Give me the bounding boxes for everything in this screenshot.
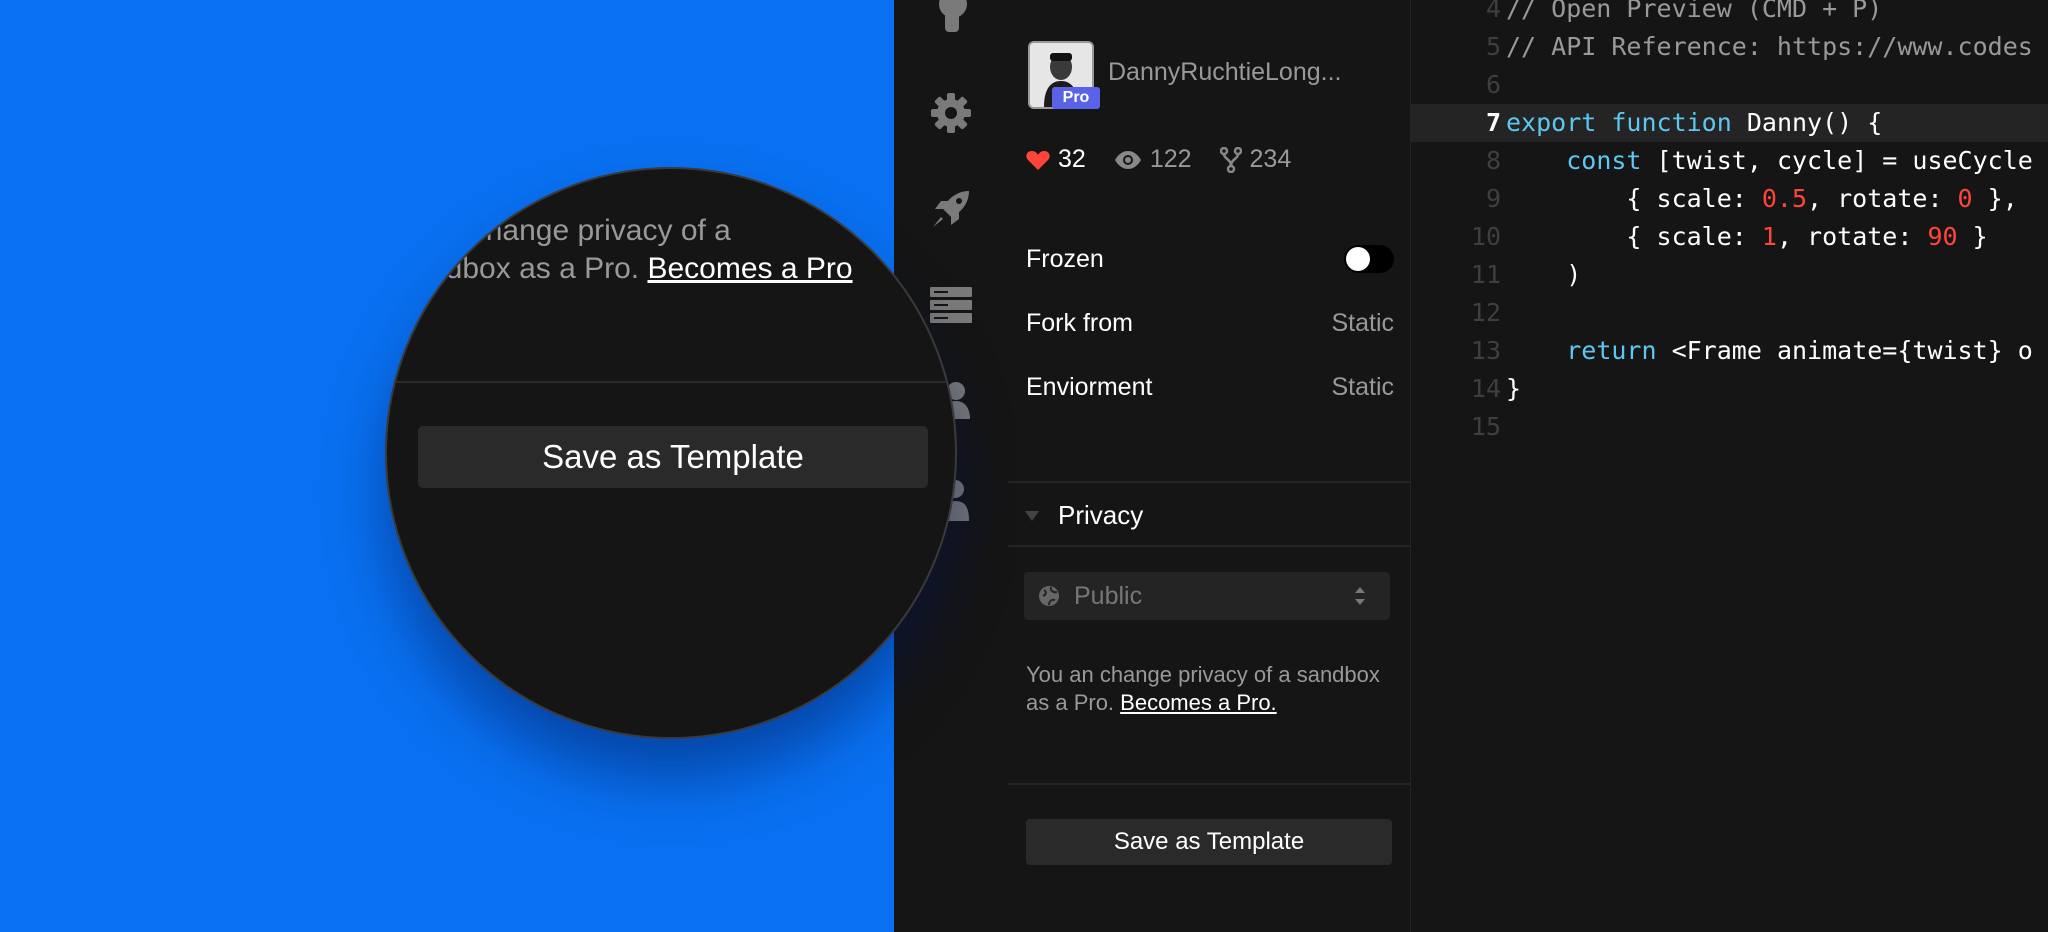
forks-stat: 234 [1219,145,1292,174]
magnified-save-as-template-button: Save as Template [418,426,928,488]
line-number: 13 [1470,336,1501,365]
code-line[interactable]: 10 { scale: 1, rotate: 90 } [1411,218,2048,256]
code-text: ) [1506,260,1582,289]
likes-count: 32 [1058,145,1086,173]
line-number: 10 [1470,222,1501,251]
username[interactable]: DannyRuchtieLong... [1108,58,1341,87]
caret-down-icon [1025,510,1039,521]
code-line[interactable]: 12 [1411,294,2048,332]
line-number: 7 [1485,108,1501,137]
heart-icon [1026,150,1050,170]
code-line[interactable]: 6 [1411,66,2048,104]
views-stat: 122 [1114,145,1192,174]
code-text: // API Reference: https://www.codes [1506,32,2033,61]
line-number: 5 [1485,32,1501,61]
magnified-divider [387,381,955,383]
line-number: 9 [1485,184,1501,213]
environment-value: Static [1331,373,1394,401]
fork-from-value[interactable]: Static [1331,309,1394,338]
code-text: // Open Preview (CMD + P) [1506,0,1883,23]
frozen-label: Frozen [1026,245,1104,273]
code-text: } [1506,374,1522,403]
code-text: const [twist, cycle] = useCycle [1566,146,2033,175]
pro-badge: Pro [1052,87,1100,109]
divider [1008,481,1410,483]
frozen-toggle[interactable] [1344,245,1394,273]
divider [1008,783,1410,785]
code-line[interactable]: 7 export function Danny() { [1411,104,2048,142]
gear-icon[interactable] [928,90,974,136]
code-line[interactable]: 11 ) [1411,256,2048,294]
privacy-section-header[interactable]: Privacy [1024,500,1143,531]
magnified-become-pro-link: Becomes a Pro [647,252,853,285]
code-line[interactable]: 15 [1411,408,2048,446]
magnifier-lens: an change privacy of a ndbox as a Pro. B… [385,167,957,739]
environment-row: Enviorment Static [1026,373,1394,402]
views-count: 122 [1149,145,1192,173]
code-line[interactable]: 5// API Reference: https://www.codes [1411,28,2048,66]
eye-icon [1114,150,1141,169]
likes-stat[interactable]: 32 [1026,145,1086,174]
code-line[interactable]: 14} [1411,370,2048,408]
rocket-icon[interactable] [928,186,974,232]
code-line[interactable]: 4// Open Preview (CMD + P) [1411,0,2048,28]
become-pro-link[interactable]: Becomes a Pro. [1120,690,1277,715]
line-number: 8 [1485,146,1501,175]
privacy-select-value: Public [1074,582,1143,610]
line-number: 4 [1485,0,1501,23]
divider [1008,545,1410,547]
sandbox-info-panel: Pro DannyRuchtieLong... 32 122 234 Froze… [1008,0,1412,932]
line-number: 14 [1470,374,1501,403]
server-icon[interactable] [928,282,974,328]
magnified-note-line2: ndbox as a Pro. [429,252,648,285]
code-line[interactable]: 13 return <Frame animate={twist} o [1411,332,2048,370]
fork-icon [1219,146,1242,173]
line-number: 12 [1470,298,1501,327]
environment-label: Enviorment [1026,373,1153,401]
privacy-note: You an change privacy of a sandbox as a … [1026,661,1396,717]
save-as-template-button[interactable]: Save as Template [1026,819,1392,865]
forks-count: 234 [1249,145,1292,173]
code-line[interactable]: 8 const [twist, cycle] = useCycle [1411,142,2048,180]
line-number: 11 [1470,260,1501,289]
toggle-knob [1346,247,1370,271]
frozen-row: Frozen [1026,245,1394,274]
fork-from-row: Fork from Static [1026,309,1394,338]
select-arrows-icon [1355,587,1365,605]
user-icon[interactable] [928,0,974,36]
code-text: { scale: 0.5, rotate: 0 }, [1506,184,2018,213]
privacy-heading: Privacy [1058,500,1144,530]
code-text: { scale: 1, rotate: 90 } [1506,222,1988,251]
code-text: return <Frame animate={twist} o [1566,336,2033,365]
line-number: 6 [1485,70,1501,99]
sandbox-stats: 32 122 234 [1026,145,1319,174]
privacy-select[interactable]: Public [1024,572,1390,620]
code-line[interactable]: 9 { scale: 0.5, rotate: 0 }, [1411,180,2048,218]
line-number: 15 [1470,412,1501,441]
magnified-note-line1: an change privacy of a [429,214,731,247]
fork-from-label: Fork from [1026,309,1133,337]
code-text: export function Danny() { [1506,108,1883,137]
globe-icon [1039,586,1059,606]
magnified-privacy-note: an change privacy of a ndbox as a Pro. B… [429,212,853,288]
code-editor[interactable]: 4// Open Preview (CMD + P) 5// API Refere… [1411,0,2048,932]
